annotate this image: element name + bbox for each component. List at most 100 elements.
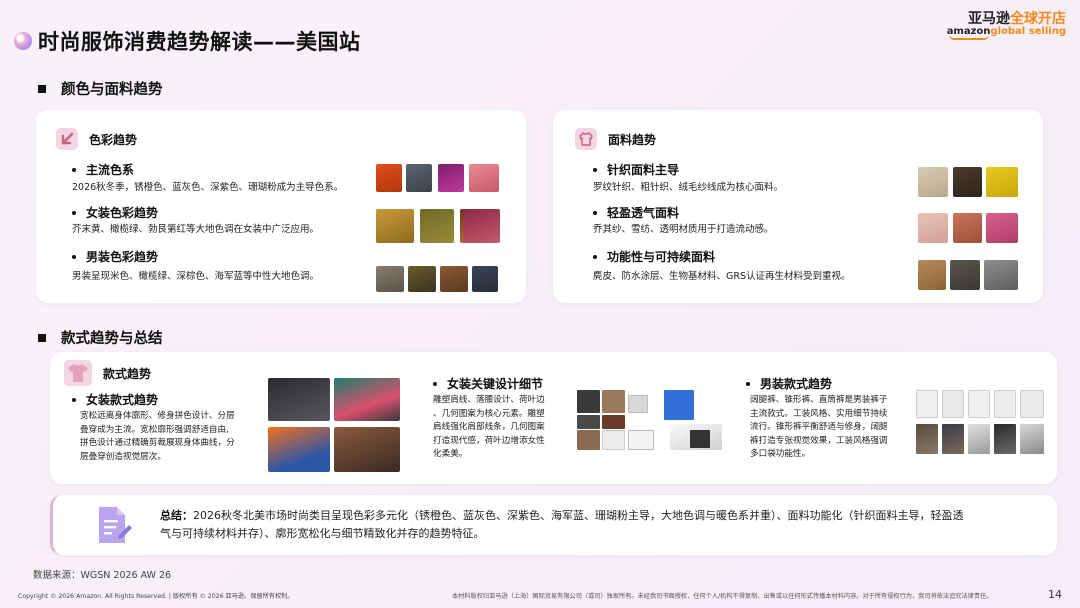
- section-marker-icon: [38, 84, 46, 93]
- list-item-text: 宽松远离身体廓形、修身拼色设计、分层 叠穿成为主流。宽松廓形强调舒适自由, 拼色…: [80, 411, 235, 462]
- pants-photo: [994, 390, 1016, 418]
- section-title: 款式趋势与总结: [61, 331, 163, 347]
- list-item-head: 轻盈透气面料: [593, 204, 679, 221]
- list-item-text: 乔其纱、雪纺、透明材质用于打造流动感。: [593, 224, 774, 235]
- fashion-photo: [472, 266, 498, 292]
- fashion-photo: [464, 209, 500, 243]
- pants-photo: [916, 390, 938, 418]
- summary-label: 总结：: [160, 509, 193, 522]
- fabric-photo: [918, 260, 946, 290]
- color-card-title: 色彩趋势: [56, 128, 137, 150]
- fashion-photo: [438, 164, 464, 192]
- menswear-photo: [1020, 424, 1044, 454]
- legal-notice: 本材料版权归亚马逊（上海）国际贸易有限公司（或司）独家所有。未经我司书面授权，任…: [452, 593, 993, 600]
- detail-photo: [664, 390, 694, 420]
- section-title: 颜色与面料趋势: [61, 82, 163, 98]
- list-item-head: 主流色系: [72, 161, 134, 178]
- fashion-photo: [420, 209, 454, 243]
- fashion-photo: [334, 378, 400, 421]
- list-item-head: 男装款式趋势: [746, 375, 832, 392]
- amazon-global-selling-logo: 亚马逊全球开店 amazonglobal selling: [946, 11, 1066, 41]
- menswear-photo: [994, 424, 1016, 454]
- bullet-icon: [72, 397, 76, 402]
- fabric-photo: [953, 213, 982, 243]
- fabric-photo: [918, 213, 948, 243]
- list-item-text: 雕塑肩线、落腰设计、荷叶边 、几何图案为核心元素。雕塑 肩线强化肩部线条，几何图…: [433, 395, 545, 459]
- page-header: 时尚服饰消费趋势解读——美国站: [14, 24, 361, 58]
- list-item-text: 男装呈现米色、橄榄绿、深棕色、海军蓝等中性大地色调。: [72, 271, 320, 282]
- pants-photo: [1020, 390, 1044, 418]
- brand-en-prefix: amazon: [946, 25, 991, 37]
- page-title: 时尚服饰消费趋势解读——美国站: [38, 30, 361, 54]
- summary-card: 总结：2026秋冬北美市场时尚类目呈现色彩多元化（锈橙色、蓝灰色、深紫色、海军蓝…: [50, 495, 1057, 555]
- pants-photo: [942, 390, 964, 418]
- style-trend-card: 款式趋势 女装款式趋势 宽松远离身体廓形、修身拼色设计、分层 叠穿成为主流。宽松…: [50, 352, 1057, 484]
- fabric-trend-card: 面料趋势 针织面料主导 罗纹针织、粗针织、绒毛纱线成为核心面料。 轻盈透气面料 …: [553, 110, 1043, 303]
- title-orb-icon: [14, 32, 32, 50]
- copyright-text: Copyright © 2026 Amazon. All Rights Rese…: [18, 593, 294, 600]
- brand-cn-suffix: 全球开店: [1010, 11, 1066, 27]
- bullet-icon: [72, 210, 76, 215]
- document-pen-icon: [95, 505, 133, 549]
- data-source: 数据来源：WGSN 2026 AW 26: [33, 570, 172, 581]
- fabric-photo: [918, 167, 948, 197]
- section-marker-icon: [38, 333, 46, 342]
- list-item-head: 女装关键设计细节: [433, 375, 543, 392]
- detail-photo: [577, 415, 600, 429]
- menswear-photo: [942, 424, 964, 454]
- menswear-photo: [968, 424, 990, 454]
- sweater-icon: [575, 128, 597, 150]
- section-heading-color-fabric: 颜色与面料趋势: [38, 78, 163, 99]
- card-title-text: 色彩趋势: [89, 132, 138, 147]
- fabric-photo: [950, 260, 980, 290]
- list-item-head: 功能性与可持续面料: [593, 248, 715, 265]
- detail-photo: [602, 415, 625, 429]
- bullet-icon: [72, 254, 76, 259]
- detail-photo: [628, 430, 654, 450]
- detail-photo: [577, 430, 600, 450]
- fashion-photo: [408, 266, 436, 292]
- bullet-icon: [433, 381, 437, 386]
- detail-photo: [690, 430, 710, 448]
- detail-photo: [577, 390, 600, 413]
- fabric-photo: [986, 213, 1018, 243]
- fashion-photo: [268, 378, 330, 421]
- summary-text: 总结：2026秋冬北美市场时尚类目呈现色彩多元化（锈橙色、蓝灰色、深紫色、海军蓝…: [160, 509, 964, 540]
- fashion-photo: [440, 266, 468, 292]
- list-item-text: 2026秋冬季，锈橙色、蓝灰色、深紫色、珊瑚粉成为主导色系。: [72, 182, 344, 193]
- fashion-photo: [469, 164, 499, 192]
- detail-photo: [628, 395, 648, 413]
- arrow-down-left-icon: [56, 128, 78, 150]
- tshirt-icon: [64, 360, 92, 386]
- list-item-text: 麂皮、防水涂层、生物基材料、GRS认证再生材料受到重视。: [593, 271, 851, 282]
- fabric-card-title: 面料趋势: [575, 128, 656, 150]
- list-item-text: 罗纹针织、粗针织、绒毛纱线成为核心面料。: [593, 182, 784, 193]
- fashion-photo: [334, 427, 400, 472]
- page-number: 14: [1048, 588, 1062, 601]
- card-title-text: 面料趋势: [608, 132, 657, 147]
- fabric-photo: [986, 167, 1018, 197]
- style-card-title: 款式趋势: [64, 360, 151, 386]
- brand-cn-prefix: 亚马逊: [968, 11, 1010, 27]
- detail-photo: [602, 390, 625, 413]
- card-title-text: 款式趋势: [103, 366, 152, 381]
- list-item-head: 针织面料主导: [593, 161, 679, 178]
- list-item-text: 芥末黄、橄榄绿、勃艮第红等大地色调在女装中广泛应用。: [72, 224, 320, 235]
- menswear-photo: [916, 424, 938, 454]
- pants-photo: [968, 390, 990, 418]
- list-item-text: 阔腿裤、锥形裤、直筒裤是男装裤子 主流款式。工装风格、实用细节持续 流行。锥形裤…: [750, 395, 888, 459]
- list-item-head: 男装色彩趋势: [72, 248, 158, 265]
- list-item-head: 女装款式趋势: [72, 391, 158, 408]
- fashion-photo: [406, 164, 432, 192]
- fashion-photo: [376, 209, 414, 243]
- color-trend-card: 色彩趋势 主流色系 2026秋冬季，锈橙色、蓝灰色、深紫色、珊瑚粉成为主导色系。…: [36, 110, 526, 303]
- bullet-icon: [593, 167, 597, 172]
- fashion-photo: [376, 266, 404, 292]
- bullet-icon: [746, 381, 750, 386]
- list-item-head: 女装色彩趋势: [72, 204, 158, 221]
- fabric-photo: [984, 260, 1018, 290]
- fashion-photo: [376, 164, 402, 192]
- bullet-icon: [593, 254, 597, 259]
- fashion-photo: [268, 427, 330, 472]
- brand-en-suffix: global selling: [990, 25, 1066, 37]
